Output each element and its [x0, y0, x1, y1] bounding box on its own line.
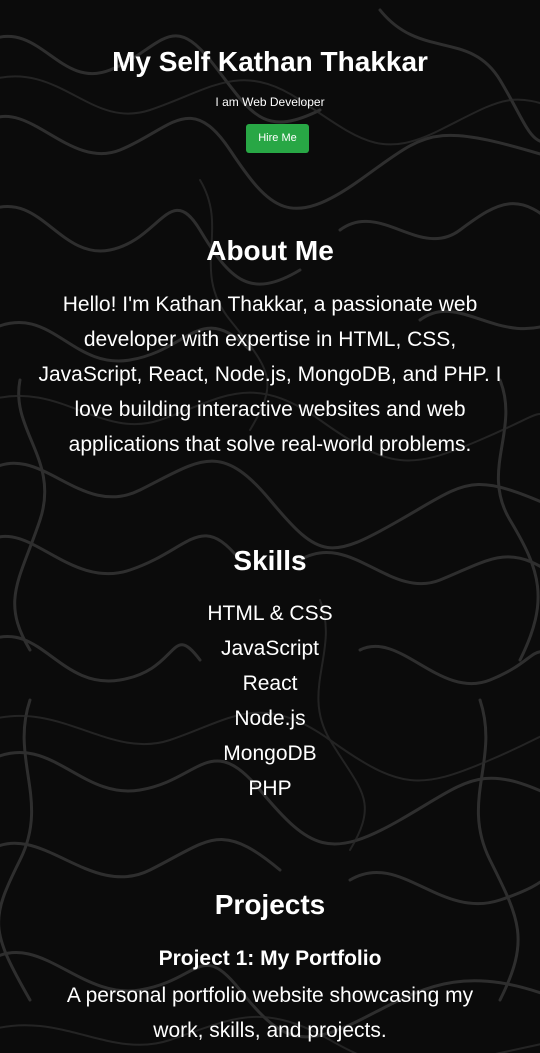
skills-heading: Skills: [233, 545, 307, 576]
projects-heading: Projects: [214, 889, 326, 920]
skill-item: React: [242, 672, 298, 695]
skill-item: HTML & CSS: [207, 602, 333, 625]
portfolio-page: My Self Kathan Thakkar I am Web Develope…: [0, 0, 540, 1053]
skill-item: JavaScript: [220, 637, 320, 660]
skill-item: MongoDB: [223, 742, 317, 765]
skills-list: HTML & CSS JavaScript React Node.js Mong…: [0, 596, 540, 806]
skill-item: Node.js: [234, 707, 306, 730]
skill-item: PHP: [248, 777, 292, 800]
project-title: Project 1: My Portfolio: [158, 947, 382, 970]
hero-subtitle: I am Web Developer: [215, 95, 325, 109]
hero-title: My Self Kathan Thakkar: [112, 46, 428, 77]
about-heading: About Me: [206, 235, 334, 266]
about-text: Hello! I'm Kathan Thakkar, a passionate …: [38, 293, 502, 456]
project-description: A personal portfolio website showcasing …: [66, 984, 474, 1042]
hire-me-button[interactable]: Hire Me: [246, 124, 309, 153]
